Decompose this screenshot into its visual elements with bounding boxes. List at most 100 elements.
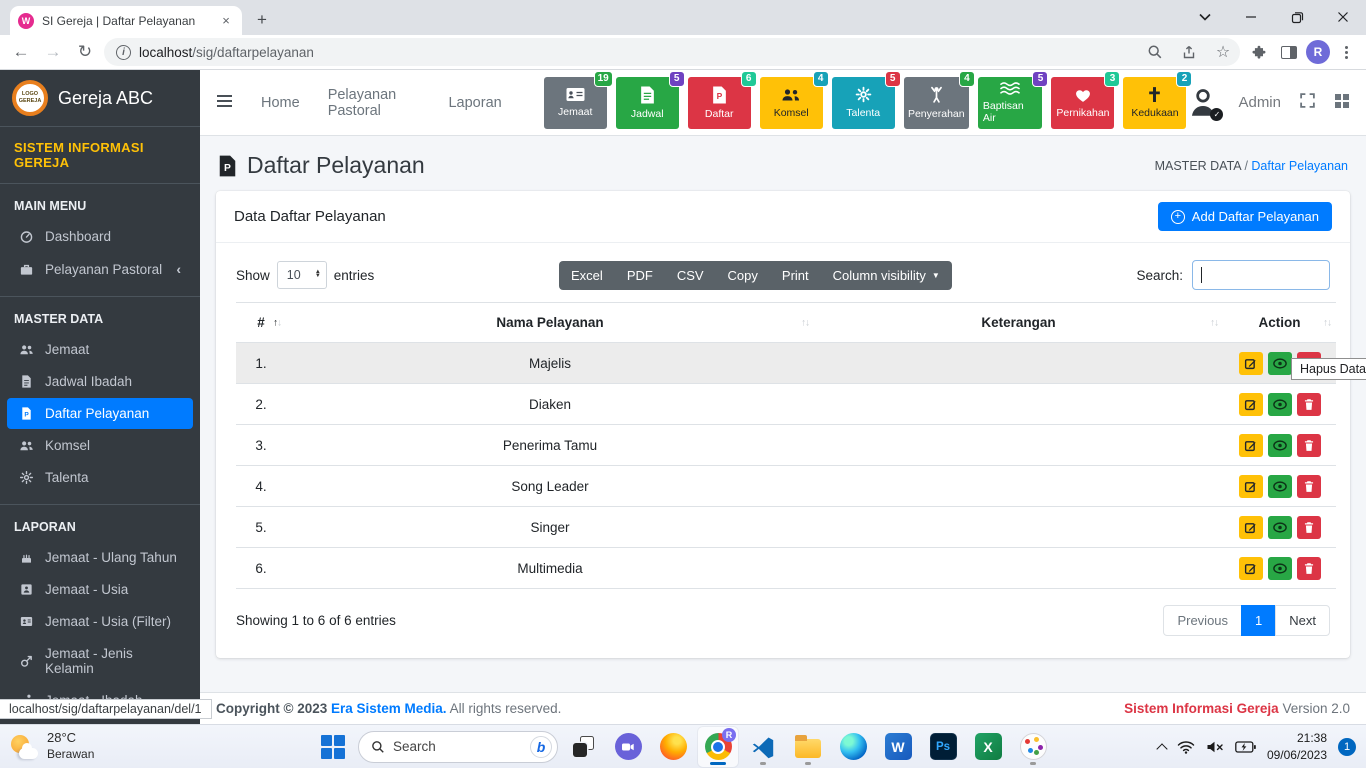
- delete-button[interactable]: [1297, 557, 1321, 580]
- breadcrumb-root[interactable]: MASTER DATA: [1155, 159, 1241, 173]
- breadcrumb-current[interactable]: Daftar Pelayanan: [1251, 159, 1348, 173]
- new-tab-button[interactable]: [248, 6, 276, 34]
- footer-brand-link[interactable]: Era Sistem Media.: [331, 701, 447, 716]
- restore-icon[interactable]: [1274, 0, 1320, 34]
- edit-button[interactable]: [1239, 475, 1263, 498]
- col-header-keterangan[interactable]: Keterangan: [814, 303, 1223, 343]
- extensions-puzzle-icon[interactable]: [1246, 39, 1272, 65]
- fullscreen-icon[interactable]: [1299, 92, 1316, 113]
- export-print-button[interactable]: Print: [770, 261, 821, 290]
- excel-button[interactable]: [968, 727, 1008, 767]
- nav-link-laporan[interactable]: Laporan: [448, 95, 501, 111]
- browser-menu-icon[interactable]: [1334, 40, 1358, 64]
- grid-menu-icon[interactable]: [1334, 93, 1350, 113]
- admin-avatar[interactable]: [1186, 86, 1220, 120]
- back-icon[interactable]: [8, 39, 34, 65]
- tile-komsel[interactable]: 4 Komsel: [760, 77, 823, 129]
- tile-pernikahan[interactable]: 3 Pernikahan: [1051, 77, 1114, 129]
- sidebar-item-dashboard[interactable]: Dashboard: [7, 221, 193, 252]
- edit-button[interactable]: [1239, 516, 1263, 539]
- export-pdf-button[interactable]: PDF: [615, 261, 665, 290]
- tile-kedukaan[interactable]: 2 Kedukaan: [1123, 77, 1186, 129]
- taskbar-clock[interactable]: 21:3809/06/2023: [1267, 730, 1327, 762]
- sidebar-item-jemaat-usia-filter[interactable]: Jemaat - Usia (Filter): [7, 606, 193, 637]
- view-button[interactable]: [1268, 393, 1292, 416]
- tab-close-icon[interactable]: [218, 13, 234, 29]
- minimize-icon[interactable]: [1228, 0, 1274, 34]
- battery-charging-icon[interactable]: [1235, 741, 1256, 753]
- export-excel-button[interactable]: Excel: [559, 261, 615, 290]
- tile-talenta[interactable]: 5 Talenta: [832, 77, 895, 129]
- view-button[interactable]: [1268, 516, 1292, 539]
- photoshop-button[interactable]: [923, 727, 963, 767]
- sidebar-item-jemaat-ulang-tahun[interactable]: Jemaat - Ulang Tahun: [7, 542, 193, 573]
- sidebar-item-talenta[interactable]: Talenta: [7, 462, 193, 493]
- paint-button[interactable]: [1013, 727, 1053, 767]
- volume-muted-icon[interactable]: [1206, 740, 1224, 754]
- column-visibility-button[interactable]: Column visibility: [821, 261, 952, 290]
- delete-button[interactable]: [1297, 475, 1321, 498]
- chat-button[interactable]: [608, 727, 648, 767]
- nav-link-home[interactable]: Home: [261, 95, 300, 111]
- tile-daftar[interactable]: 6 P Daftar: [688, 77, 751, 129]
- firefox-button[interactable]: [653, 727, 693, 767]
- tile-penyerahan[interactable]: 4 Penyerahan: [904, 77, 969, 129]
- word-button[interactable]: [878, 727, 918, 767]
- vscode-button[interactable]: [743, 727, 783, 767]
- view-button[interactable]: [1268, 434, 1292, 457]
- sidebar-item-daftar-pelayanan[interactable]: P Daftar Pelayanan: [7, 398, 193, 429]
- edit-button[interactable]: [1239, 557, 1263, 580]
- view-button[interactable]: [1268, 475, 1292, 498]
- tile-jadwal[interactable]: 5 Jadwal: [616, 77, 679, 129]
- tile-baptisan-air[interactable]: 5 Baptisan Air: [978, 77, 1043, 129]
- edge-button[interactable]: [833, 727, 873, 767]
- col-header-nama-pelayanan[interactable]: Nama Pelayanan: [286, 303, 814, 343]
- zoom-icon[interactable]: [1142, 39, 1168, 65]
- export-csv-button[interactable]: CSV: [665, 261, 716, 290]
- search-input[interactable]: [1192, 260, 1330, 290]
- col-header-number[interactable]: #: [236, 303, 286, 343]
- taskbar-search[interactable]: Search: [358, 731, 558, 763]
- notification-badge[interactable]: 1: [1338, 738, 1356, 756]
- sidebar-item-jadwal-ibadah[interactable]: Jadwal Ibadah: [7, 366, 193, 397]
- sidebar-item-jemaat-jenis-kelamin[interactable]: Jemaat - Jenis Kelamin: [7, 638, 193, 684]
- sidebar-item-pelayanan-pastoral[interactable]: Pelayanan Pastoral: [7, 253, 193, 285]
- wifi-icon[interactable]: [1177, 740, 1195, 754]
- nav-link-pelayanan-pastoral[interactable]: Pelayanan Pastoral: [328, 87, 421, 119]
- admin-username[interactable]: Admin: [1238, 94, 1281, 111]
- side-panel-icon[interactable]: [1276, 39, 1302, 65]
- browser-profile-avatar[interactable]: R: [1306, 40, 1330, 64]
- site-info-icon[interactable]: [116, 45, 131, 60]
- sidebar-item-jemaat[interactable]: Jemaat: [7, 334, 193, 365]
- bookmark-star-icon[interactable]: [1210, 39, 1236, 65]
- view-button[interactable]: [1268, 557, 1292, 580]
- file-explorer-button[interactable]: [788, 727, 828, 767]
- browser-tab[interactable]: SI Gereja | Daftar Pelayanan: [10, 6, 242, 35]
- sidebar-item-komsel[interactable]: Komsel: [7, 430, 193, 461]
- edit-button[interactable]: [1239, 352, 1263, 375]
- forward-icon[interactable]: [40, 39, 66, 65]
- tile-jemaat[interactable]: 19 Jemaat: [544, 77, 607, 129]
- col-header-action[interactable]: Action: [1223, 303, 1336, 343]
- page-length-select[interactable]: 10: [277, 261, 327, 289]
- chrome-button[interactable]: R: [698, 727, 738, 767]
- view-button[interactable]: [1268, 352, 1292, 375]
- address-bar[interactable]: localhost/sig/daftarpelayanan: [104, 38, 1240, 66]
- task-view-button[interactable]: [563, 727, 603, 767]
- share-icon[interactable]: [1176, 39, 1202, 65]
- start-button[interactable]: [313, 727, 353, 767]
- delete-button[interactable]: [1297, 516, 1321, 539]
- edit-button[interactable]: [1239, 393, 1263, 416]
- delete-button[interactable]: [1297, 434, 1321, 457]
- export-copy-button[interactable]: Copy: [716, 261, 770, 290]
- reload-icon[interactable]: [72, 39, 98, 65]
- sidebar-brand[interactable]: LOGOGEREJA Gereja ABC: [0, 70, 200, 127]
- tray-chevron-up-icon[interactable]: [1156, 743, 1167, 754]
- pagination-next[interactable]: Next: [1275, 605, 1330, 636]
- close-window-icon[interactable]: [1320, 0, 1366, 34]
- weather-widget[interactable]: 28°CBerawan: [10, 725, 94, 768]
- sidebar-item-jemaat-usia[interactable]: Jemaat - Usia: [7, 574, 193, 605]
- pagination-page-1[interactable]: 1: [1241, 605, 1276, 636]
- delete-button[interactable]: [1297, 393, 1321, 416]
- bing-icon[interactable]: [530, 736, 552, 758]
